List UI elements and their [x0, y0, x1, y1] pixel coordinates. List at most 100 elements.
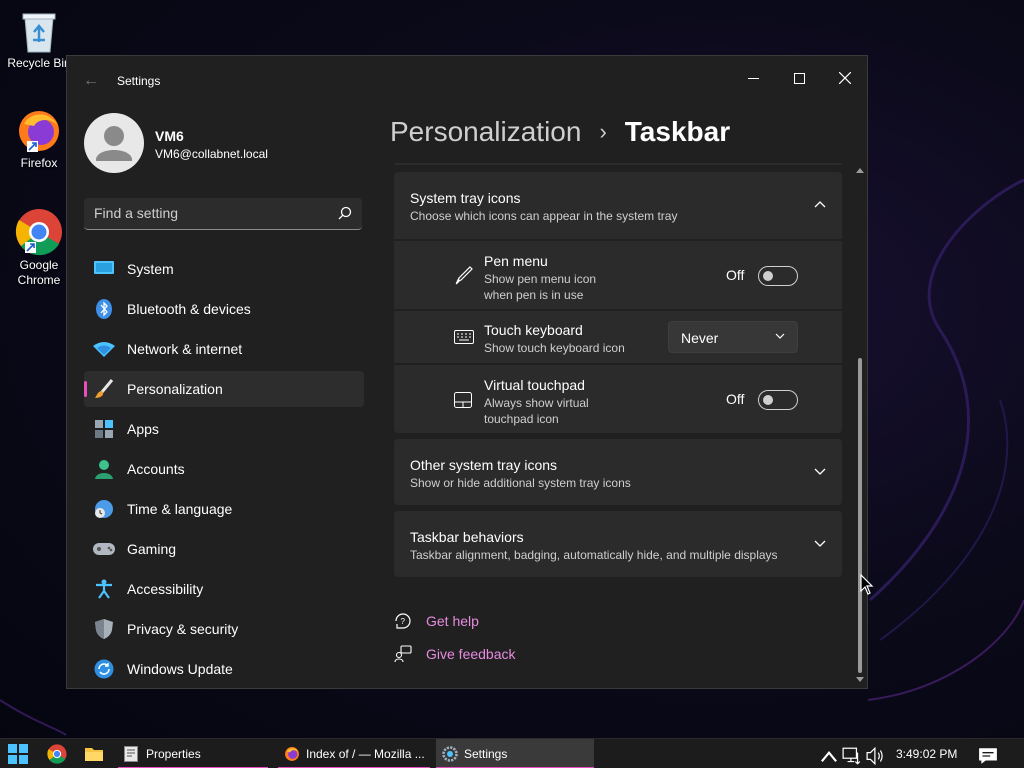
system-tray-subtitle: Choose which icons can appear in the sys… — [410, 209, 678, 223]
sidebar-item-system[interactable]: System — [84, 251, 364, 287]
minimize-button[interactable] — [730, 62, 776, 94]
sidebar-item-label: Personalization — [127, 381, 223, 397]
sidebar-item-accessibility[interactable]: Accessibility — [84, 571, 364, 607]
chevron-down-icon — [814, 540, 826, 547]
back-arrow-icon[interactable]: ← — [83, 72, 99, 90]
minimize-icon — [747, 77, 759, 79]
dropdown-value: Never — [681, 330, 719, 346]
feedback-icon — [394, 645, 412, 663]
pen-menu-state: Off — [726, 267, 745, 283]
bluetooth-icon — [93, 298, 115, 320]
monitor-icon — [93, 258, 115, 280]
close-icon — [839, 72, 851, 84]
chevron-right-icon: › — [599, 119, 607, 144]
taskbar-clock[interactable]: 3:49:02 PM — [896, 747, 957, 761]
virtual-touchpad-toggle[interactable] — [758, 390, 798, 410]
sidebar-item-gaming[interactable]: Gaming — [84, 531, 364, 567]
taskbar-task-properties[interactable]: Properties — [118, 739, 268, 768]
give-feedback-link[interactable]: Give feedback — [426, 646, 516, 662]
apps-grid-icon — [93, 418, 115, 440]
gamepad-icon — [93, 538, 115, 560]
close-button[interactable] — [822, 62, 867, 94]
taskbar-behaviors-card[interactable]: Taskbar behaviors Taskbar alignment, bad… — [394, 511, 842, 577]
properties-window-icon — [124, 746, 138, 762]
scrollbar-thumb[interactable] — [858, 358, 862, 673]
sidebar-item-accounts[interactable]: Accounts — [84, 451, 364, 487]
sidebar-item-label: Privacy & security — [127, 621, 239, 637]
other-tray-icons-card[interactable]: Other system tray icons Show or hide add… — [394, 439, 842, 505]
sidebar-item-windows-update[interactable]: Windows Update — [84, 651, 364, 687]
desktop-icon-firefox[interactable]: Firefox — [4, 108, 74, 171]
sidebar-item-label: Windows Update — [127, 661, 233, 677]
previous-card-edge — [394, 163, 842, 165]
recycle-bin-icon — [22, 13, 56, 53]
sidebar-item-label: Gaming — [127, 541, 177, 557]
sidebar-item-label: Accessibility — [127, 581, 204, 597]
taskbar-behaviors-title: Taskbar behaviors — [410, 529, 524, 545]
chrome-taskbar-icon[interactable] — [47, 744, 67, 764]
taskbar-task-label: Properties — [146, 747, 201, 761]
system-tray-header[interactable]: System tray icons Choose which icons can… — [394, 172, 842, 239]
search-box[interactable] — [84, 198, 362, 230]
search-input[interactable] — [94, 205, 324, 221]
chrome-icon — [15, 209, 62, 256]
avatar[interactable] — [84, 113, 144, 173]
sidebar-item-label: Bluetooth & devices — [127, 301, 251, 317]
other-tray-title: Other system tray icons — [410, 457, 558, 473]
mouse-cursor-icon — [860, 574, 874, 595]
window-title: Settings — [117, 74, 161, 88]
touch-keyboard-subtitle: Show touch keyboard icon — [484, 341, 625, 355]
pen-icon — [455, 266, 473, 285]
virtual-touchpad-subtitle-2: touchpad icon — [484, 412, 559, 426]
scroll-up-arrow-icon[interactable] — [856, 167, 864, 173]
update-icon — [93, 658, 115, 680]
taskbar-task-label: Index of / — Mozilla ... — [306, 747, 425, 761]
system-tray-title: System tray icons — [410, 190, 521, 206]
virtual-touchpad-subtitle-1: Always show virtual — [484, 396, 589, 410]
firefox-taskbar-icon — [285, 747, 299, 761]
taskbar-task-label: Settings — [464, 747, 508, 761]
sidebar-nav: System Bluetooth & devices Network & int… — [84, 251, 364, 688]
breadcrumb-parent[interactable]: Personalization — [390, 116, 581, 148]
sidebar-item-label: Network & internet — [127, 341, 243, 357]
sidebar-item-time-language[interactable]: Time & language — [84, 491, 364, 527]
taskbar-task-settings[interactable]: Settings — [436, 739, 594, 768]
breadcrumb: Personalization › Taskbar — [390, 116, 730, 148]
notification-icon[interactable] — [978, 746, 998, 766]
desktop-icon-label: Google Chrome — [17, 258, 61, 287]
sidebar-item-personalization[interactable]: Personalization — [84, 371, 364, 407]
volume-icon[interactable] — [866, 746, 886, 766]
pen-menu-toggle[interactable] — [758, 266, 798, 286]
windows-start-icon[interactable] — [8, 744, 28, 764]
maximize-button[interactable] — [776, 62, 822, 94]
content-pane: System tray icons Choose which icons can… — [394, 163, 844, 683]
desktop-icon-label: Firefox — [20, 156, 58, 170]
chevron-down-icon — [814, 468, 826, 475]
scroll-down-arrow-icon[interactable] — [856, 677, 864, 683]
sidebar-item-bluetooth[interactable]: Bluetooth & devices — [84, 291, 364, 327]
desktop-icon-chrome[interactable]: Google Chrome — [4, 208, 74, 288]
globe-clock-icon — [93, 498, 115, 520]
keyboard-icon — [454, 330, 474, 344]
wifi-icon — [93, 338, 115, 360]
desktop-icon-recycle-bin[interactable]: Recycle Bin — [4, 8, 74, 71]
sidebar-item-network[interactable]: Network & internet — [84, 331, 364, 367]
sidebar-item-privacy[interactable]: Privacy & security — [84, 611, 364, 647]
touch-keyboard-dropdown[interactable]: Never — [668, 321, 798, 353]
person-icon — [93, 458, 115, 480]
profile-email: VM6@collabnet.local — [155, 147, 268, 161]
touch-keyboard-row: Touch keyboard Show touch keyboard icon … — [394, 311, 842, 363]
page-title: Taskbar — [624, 116, 731, 147]
touchpad-icon — [454, 392, 472, 408]
pen-menu-subtitle-2: when pen is in use — [484, 288, 584, 302]
file-explorer-icon[interactable] — [84, 744, 104, 764]
profile-name: VM6 — [155, 128, 184, 144]
get-help-link[interactable]: Get help — [426, 613, 479, 629]
virtual-touchpad-row: Virtual touchpad Always show virtual tou… — [394, 365, 842, 433]
virtual-touchpad-title: Virtual touchpad — [484, 377, 585, 393]
taskbar-task-firefox[interactable]: Index of / — Mozilla ... — [278, 739, 430, 768]
sidebar-item-apps[interactable]: Apps — [84, 411, 364, 447]
sidebar-item-label: System — [127, 261, 174, 277]
network-icon[interactable] — [842, 746, 862, 766]
chevron-up-icon[interactable] — [819, 747, 839, 767]
